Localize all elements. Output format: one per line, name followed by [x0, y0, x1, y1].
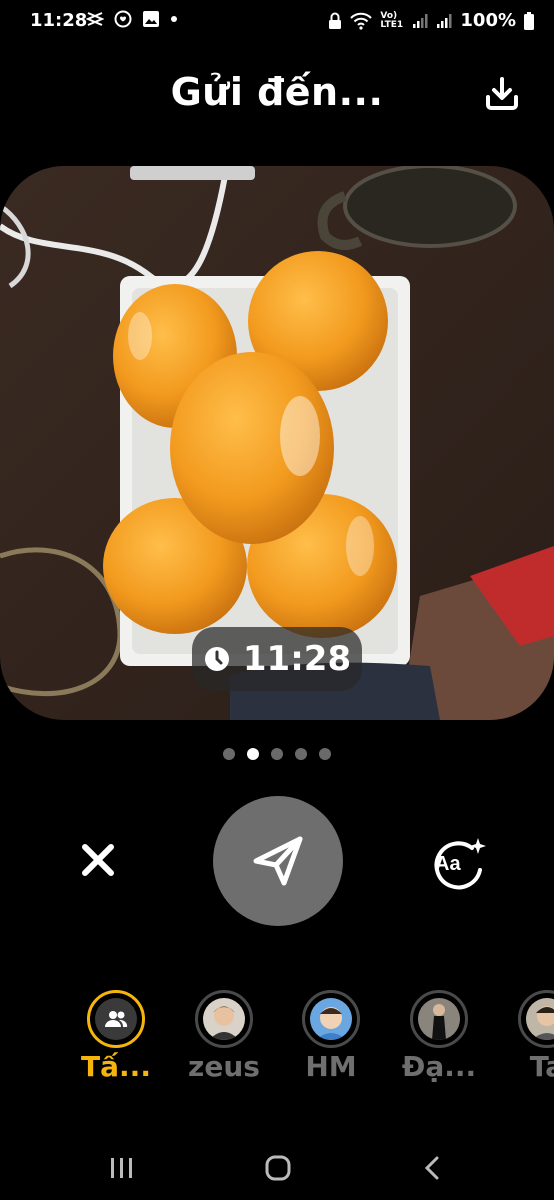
- recipient-da[interactable]: Đạ...: [389, 990, 489, 1083]
- recent-apps-icon[interactable]: [108, 1156, 136, 1180]
- wifi-icon: [350, 12, 373, 30]
- status-time: 11:28: [30, 10, 88, 31]
- text-style-icon: Aa: [434, 838, 486, 890]
- text-style-label: Aa: [435, 853, 461, 875]
- recipient-label: Đạ...: [401, 1050, 477, 1083]
- pager-dot[interactable]: [295, 748, 307, 760]
- timestamp-text: 11:28: [242, 639, 352, 679]
- recipient-avatar-ring: [302, 990, 360, 1048]
- pager-dot[interactable]: [271, 748, 283, 760]
- home-icon[interactable]: [264, 1154, 292, 1182]
- recipient-list[interactable]: Tấ... zeus HM Đạ... Ta: [0, 990, 554, 1083]
- avatar: [95, 998, 137, 1040]
- recipient-ta[interactable]: Ta: [497, 990, 554, 1083]
- gallery-icon: [143, 11, 159, 27]
- pager-dots: [0, 748, 554, 760]
- recipient-label: zeus: [188, 1050, 260, 1083]
- battery-icon: [524, 11, 534, 30]
- send-icon: [253, 836, 303, 886]
- send-button[interactable]: [213, 796, 343, 926]
- pager-dot-active[interactable]: [247, 748, 259, 760]
- status-notification-icons: [86, 10, 178, 28]
- timestamp-badge: 11:28: [192, 627, 362, 691]
- clock-icon: [204, 647, 229, 671]
- signal-icon-2: [437, 13, 452, 28]
- pager-dot[interactable]: [223, 748, 235, 760]
- text-style-button[interactable]: Aa: [424, 834, 488, 890]
- recipient-avatar-ring: [195, 990, 253, 1048]
- pager-dot[interactable]: [319, 748, 331, 760]
- avatar: [310, 998, 352, 1040]
- avatar: [203, 998, 245, 1040]
- recipient-zeus[interactable]: zeus: [174, 990, 274, 1083]
- more-notifications-icon: [171, 16, 177, 22]
- recipient-label: Ta: [529, 1050, 554, 1083]
- recipient-avatar-ring: [87, 990, 145, 1048]
- friends-icon: [105, 1011, 128, 1027]
- recipient-label: Tấ...: [81, 1050, 151, 1083]
- status-bar: 11:28 Vo) LTE1 100%: [0, 0, 554, 44]
- recipient-avatar-ring: [410, 990, 468, 1048]
- battery-percent: 100%: [460, 10, 516, 31]
- recipient-all-friends[interactable]: Tấ...: [66, 990, 166, 1083]
- close-icon: [82, 844, 114, 876]
- signal-icon-1: [413, 13, 428, 28]
- download-icon: [486, 77, 518, 110]
- capcut-icon: [86, 12, 104, 26]
- recipient-hm[interactable]: HM: [281, 990, 381, 1083]
- system-nav-bar: [0, 1140, 554, 1200]
- avatar: [526, 998, 554, 1040]
- network-label: Vo) LTE1: [380, 10, 404, 30]
- close-button[interactable]: [76, 838, 120, 882]
- recipient-label: HM: [305, 1050, 357, 1083]
- download-button[interactable]: [482, 74, 522, 114]
- avatar: [418, 998, 460, 1040]
- back-icon[interactable]: [422, 1156, 442, 1180]
- recipient-avatar-ring: [518, 990, 554, 1048]
- status-system-icons: Vo) LTE1 100%: [328, 10, 534, 31]
- heart-chat-icon: [114, 10, 132, 28]
- lock-icon: [329, 12, 342, 29]
- page-title: Gửi đến...: [170, 70, 384, 114]
